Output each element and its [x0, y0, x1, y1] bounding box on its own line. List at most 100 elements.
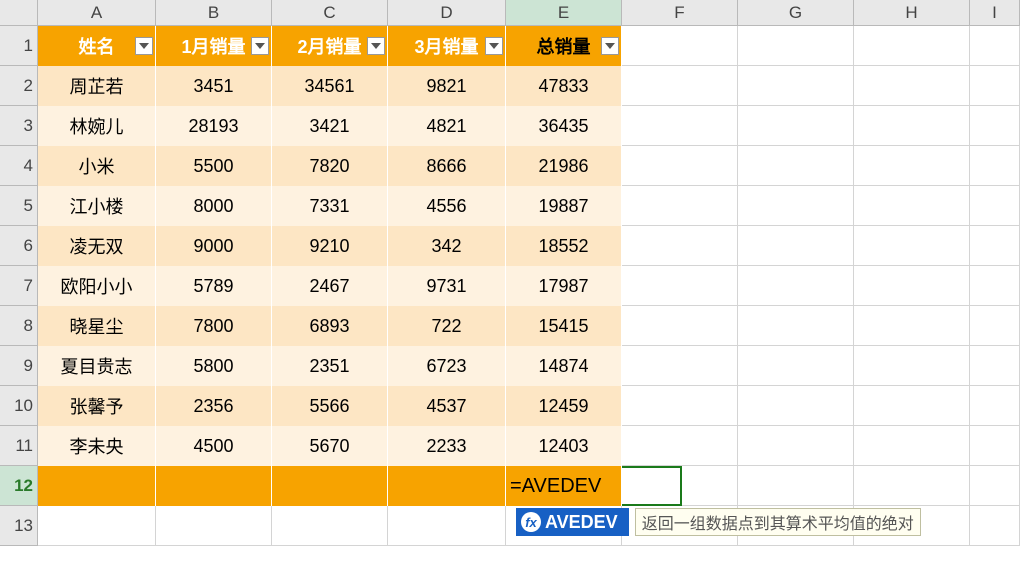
cell-C2[interactable]: 34561 — [272, 66, 388, 106]
cell-F12[interactable] — [622, 466, 738, 506]
cell-H6[interactable] — [854, 226, 970, 266]
cell-A12[interactable] — [38, 466, 156, 506]
cell-I4[interactable] — [970, 146, 1020, 186]
col-header-B[interactable]: B — [156, 0, 272, 26]
cell-D5[interactable]: 4556 — [388, 186, 506, 226]
cell-G11[interactable] — [738, 426, 854, 466]
suggest-item-avedev[interactable]: fx AVEDEV — [516, 508, 629, 536]
cell-H9[interactable] — [854, 346, 970, 386]
cell-A5[interactable]: 江小楼 — [38, 186, 156, 226]
row-header-10[interactable]: 10 — [0, 386, 38, 426]
formula-autocomplete[interactable]: fx AVEDEV 返回一组数据点到其算术平均值的绝对 — [516, 508, 921, 536]
cell-D3[interactable]: 4821 — [388, 106, 506, 146]
row-header-7[interactable]: 7 — [0, 266, 38, 306]
cell-B9[interactable]: 5800 — [156, 346, 272, 386]
cell-F4[interactable] — [622, 146, 738, 186]
th-name[interactable]: 姓名 — [38, 26, 156, 66]
cell-D11[interactable]: 2233 — [388, 426, 506, 466]
cell-D7[interactable]: 9731 — [388, 266, 506, 306]
col-header-D[interactable]: D — [388, 0, 506, 26]
cell-I2[interactable] — [970, 66, 1020, 106]
row-header-8[interactable]: 8 — [0, 306, 38, 346]
row-header-4[interactable]: 4 — [0, 146, 38, 186]
cell-D9[interactable]: 6723 — [388, 346, 506, 386]
cell-I5[interactable] — [970, 186, 1020, 226]
cell-A9[interactable]: 夏目贵志 — [38, 346, 156, 386]
th-m3[interactable]: 3月销量 — [388, 26, 506, 66]
cell-H8[interactable] — [854, 306, 970, 346]
cell-D13[interactable] — [388, 506, 506, 546]
row-header-1[interactable]: 1 — [0, 26, 38, 66]
cell-C12[interactable] — [272, 466, 388, 506]
th-m2[interactable]: 2月销量 — [272, 26, 388, 66]
cell-B7[interactable]: 5789 — [156, 266, 272, 306]
cell-D10[interactable]: 4537 — [388, 386, 506, 426]
cell-I9[interactable] — [970, 346, 1020, 386]
cell-D12[interactable] — [388, 466, 506, 506]
cell-E5[interactable]: 19887 — [506, 186, 622, 226]
cell-F11[interactable] — [622, 426, 738, 466]
cell-G6[interactable] — [738, 226, 854, 266]
cell-I8[interactable] — [970, 306, 1020, 346]
cell-H4[interactable] — [854, 146, 970, 186]
cell-H12[interactable] — [854, 466, 970, 506]
cell-A11[interactable]: 李未央 — [38, 426, 156, 466]
cell-I13[interactable] — [970, 506, 1020, 546]
cell-F8[interactable] — [622, 306, 738, 346]
cell-B13[interactable] — [156, 506, 272, 546]
cell-C10[interactable]: 5566 — [272, 386, 388, 426]
cell-I3[interactable] — [970, 106, 1020, 146]
cell-D8[interactable]: 722 — [388, 306, 506, 346]
col-header-A[interactable]: A — [38, 0, 156, 26]
cell-G9[interactable] — [738, 346, 854, 386]
cell-G5[interactable] — [738, 186, 854, 226]
cell-F10[interactable] — [622, 386, 738, 426]
filter-button-m1[interactable] — [251, 37, 269, 55]
cell-F6[interactable] — [622, 226, 738, 266]
cell-E10[interactable]: 12459 — [506, 386, 622, 426]
cell-C8[interactable]: 6893 — [272, 306, 388, 346]
cell-C11[interactable]: 5670 — [272, 426, 388, 466]
cell-I6[interactable] — [970, 226, 1020, 266]
cell-E9[interactable]: 14874 — [506, 346, 622, 386]
cell-C4[interactable]: 7820 — [272, 146, 388, 186]
cell-A10[interactable]: 张馨予 — [38, 386, 156, 426]
col-header-E[interactable]: E — [506, 0, 622, 26]
cell-D4[interactable]: 8666 — [388, 146, 506, 186]
col-header-H[interactable]: H — [854, 0, 970, 26]
cell-G2[interactable] — [738, 66, 854, 106]
cell-I7[interactable] — [970, 266, 1020, 306]
cell-G1[interactable] — [738, 26, 854, 66]
cell-H1[interactable] — [854, 26, 970, 66]
cell-B6[interactable]: 9000 — [156, 226, 272, 266]
row-header-13[interactable]: 13 — [0, 506, 38, 546]
cell-G4[interactable] — [738, 146, 854, 186]
cell-A3[interactable]: 林婉儿 — [38, 106, 156, 146]
cell-H3[interactable] — [854, 106, 970, 146]
cell-E7[interactable]: 17987 — [506, 266, 622, 306]
col-header-G[interactable]: G — [738, 0, 854, 26]
filter-button-m2[interactable] — [367, 37, 385, 55]
cell-A6[interactable]: 凌无双 — [38, 226, 156, 266]
th-total[interactable]: 总销量 — [506, 26, 622, 66]
cell-E11[interactable]: 12403 — [506, 426, 622, 466]
cell-E8[interactable]: 15415 — [506, 306, 622, 346]
cell-H11[interactable] — [854, 426, 970, 466]
cell-G10[interactable] — [738, 386, 854, 426]
row-header-2[interactable]: 2 — [0, 66, 38, 106]
cell-H7[interactable] — [854, 266, 970, 306]
cell-C13[interactable] — [272, 506, 388, 546]
cell-D2[interactable]: 9821 — [388, 66, 506, 106]
cell-A2[interactable]: 周芷若 — [38, 66, 156, 106]
row-header-9[interactable]: 9 — [0, 346, 38, 386]
cell-G12[interactable] — [738, 466, 854, 506]
select-all-corner[interactable] — [0, 0, 38, 26]
cell-F1[interactable] — [622, 26, 738, 66]
row-header-11[interactable]: 11 — [0, 426, 38, 466]
cell-F5[interactable] — [622, 186, 738, 226]
cell-B2[interactable]: 3451 — [156, 66, 272, 106]
row-header-3[interactable]: 3 — [0, 106, 38, 146]
cell-A8[interactable]: 晓星尘 — [38, 306, 156, 346]
cell-B12[interactable] — [156, 466, 272, 506]
cell-H5[interactable] — [854, 186, 970, 226]
